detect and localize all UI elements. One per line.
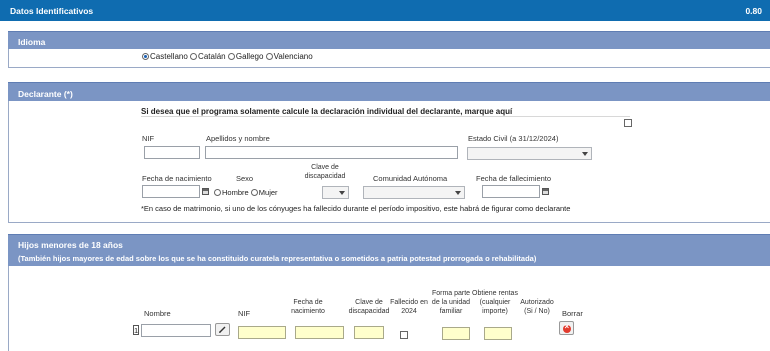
- chevron-down-icon: [582, 152, 588, 156]
- delete-icon: [563, 322, 571, 333]
- hijo-rentas-input[interactable]: [484, 327, 512, 340]
- radio-gallego[interactable]: Gallego: [227, 52, 263, 61]
- col-autorizado: Autorizado (Si / No): [520, 299, 554, 315]
- hijo-fecha-nacimiento-input[interactable]: [295, 326, 344, 339]
- radio-icon[interactable]: [214, 189, 221, 196]
- panel-title-idioma: Idioma: [18, 37, 46, 47]
- comunidad-label: Comunidad Autónoma: [373, 174, 448, 183]
- hijo-nombre-input[interactable]: [141, 324, 211, 337]
- estado-civil-select[interactable]: [467, 147, 592, 160]
- panel-header-declarante: Declarante (*): [8, 82, 770, 101]
- nota-declarante: *En caso de matrimonio, si uno de los có…: [141, 204, 571, 213]
- radio-hombre[interactable]: Hombre: [214, 188, 249, 197]
- calendar-icon[interactable]: [202, 188, 209, 195]
- col-rentas: Obtiene rentas (cualquier importe): [472, 290, 518, 315]
- section-header-datos-identificativos: Datos Identificativos 0.80: [0, 0, 770, 21]
- col-forma-parte: Forma parte de la unidad familiar: [431, 290, 471, 315]
- nif-label: NIF: [142, 134, 155, 143]
- chevron-down-icon: [455, 191, 461, 195]
- radio-valenciano[interactable]: Valenciano: [265, 52, 313, 61]
- discapacidad-label: Clave de discapacidad: [304, 164, 346, 180]
- hijo-discapacidad-input[interactable]: [354, 326, 384, 339]
- hijo-nif-input[interactable]: [238, 326, 286, 339]
- version-label: 0.80: [745, 6, 762, 16]
- radio-icon[interactable]: [227, 53, 235, 60]
- estado-civil-label: Estado Civil (a 31/12/2024): [468, 134, 559, 143]
- section-title: Datos Identificativos: [10, 6, 94, 16]
- apellidos-nombre-input[interactable]: [205, 146, 458, 159]
- sexo-label: Sexo: [236, 174, 254, 183]
- hijo-forma-parte-input[interactable]: [442, 327, 470, 340]
- radio-mujer[interactable]: Mujer: [250, 188, 278, 197]
- col-nombre: Nombre: [144, 309, 171, 318]
- chevron-down-icon: [339, 191, 345, 195]
- radio-catalan[interactable]: Catalán: [190, 52, 226, 61]
- nif-input[interactable]: [144, 146, 200, 159]
- row-index: 1: [133, 325, 139, 335]
- individual-checkbox[interactable]: [624, 119, 632, 127]
- divider: [141, 116, 630, 117]
- panel-title-declarante: Declarante (*): [18, 89, 73, 99]
- edit-button[interactable]: [215, 323, 230, 336]
- radio-icon[interactable]: [190, 53, 198, 60]
- panel-body-idioma: [8, 49, 770, 68]
- col-borrar: Borrar: [562, 309, 583, 318]
- radio-icon[interactable]: [250, 189, 258, 196]
- col-nif: NIF: [238, 309, 251, 318]
- col-fecha-nacimiento: Fecha de nacimiento: [291, 299, 325, 315]
- radio-castellano[interactable]: Castellano: [142, 52, 188, 61]
- col-fallecido: Fallecido en 2024: [390, 299, 428, 315]
- individual-text: Si desea que el programa solamente calcu…: [141, 107, 513, 116]
- nombre-label: Apellidos y nombre: [206, 134, 270, 143]
- radio-icon[interactable]: [265, 53, 273, 60]
- sexo-radio-group: Hombre Mujer: [214, 188, 278, 197]
- pencil-icon: [219, 326, 226, 333]
- panel-body-hijos: [8, 266, 9, 351]
- comunidad-select[interactable]: [363, 186, 465, 199]
- col-discapacidad: Clave de discapacidad: [348, 299, 390, 315]
- fecha-nacimiento-label: Fecha de nacimiento: [142, 174, 212, 183]
- radio-icon[interactable]: [142, 53, 149, 60]
- fallecimiento-label: Fecha de fallecimiento: [476, 174, 552, 183]
- panel-header-idioma: Idioma: [8, 31, 770, 49]
- panel-subtitle-hijos: (También hijos mayores de edad sobre los…: [18, 254, 537, 263]
- calendar-icon[interactable]: [542, 188, 549, 195]
- idioma-radio-group: Castellano Catalán Gallego Valenciano: [142, 52, 313, 61]
- hijo-fallecido-checkbox[interactable]: [400, 331, 408, 339]
- discapacidad-select[interactable]: [322, 186, 349, 199]
- panel-title-hijos: Hijos menores de 18 años: [18, 240, 123, 250]
- fecha-nacimiento-input[interactable]: [142, 185, 200, 198]
- delete-button[interactable]: [559, 321, 574, 335]
- panel-header-hijos: Hijos menores de 18 años (También hijos …: [8, 234, 770, 266]
- fecha-fallecimiento-input[interactable]: [482, 185, 540, 198]
